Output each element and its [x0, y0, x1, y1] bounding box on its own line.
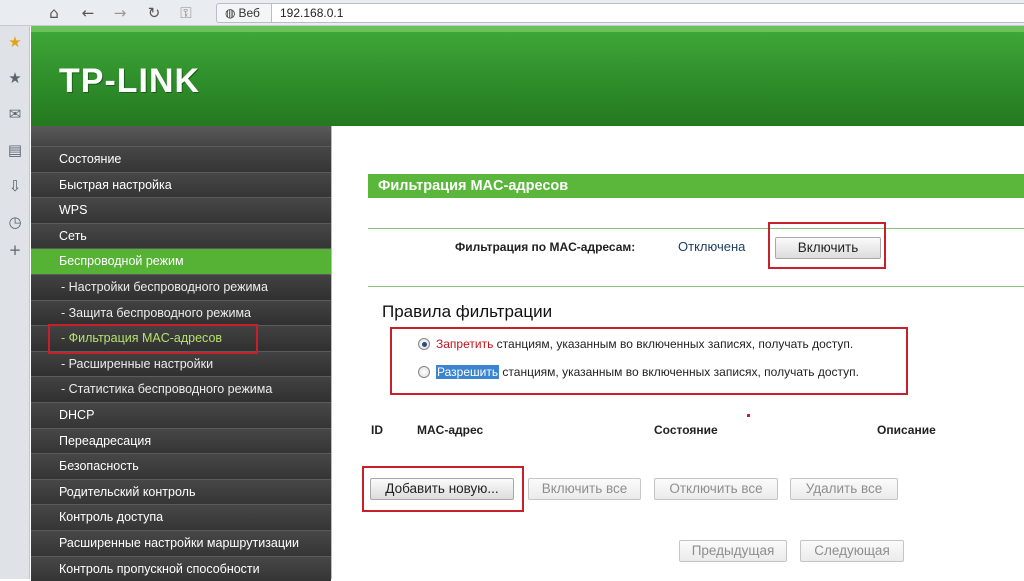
address-bar[interactable]: 192.168.0.1 — [272, 3, 1024, 23]
menu-top-bar — [31, 126, 331, 146]
section-title: Фильтрация MAC-адресов — [368, 174, 1024, 198]
menu-item-advanced-routing[interactable]: Расширенные настройки маршрутизации — [31, 530, 331, 556]
menu-item-dhcp[interactable]: DHCP — [31, 402, 331, 428]
highlight-rules — [390, 327, 908, 395]
download-icon[interactable]: ⇩ — [5, 176, 25, 196]
menu-item-status[interactable]: Состояние — [31, 146, 331, 172]
menu-item-wireless[interactable]: Беспроводной режим — [31, 248, 331, 274]
menu-item-forwarding[interactable]: Переадресация — [31, 428, 331, 454]
column-status: Состояние — [654, 423, 718, 437]
key-icon[interactable]: ⚿ — [176, 3, 196, 23]
back-icon[interactable]: ← — [78, 3, 98, 23]
enable-all-button[interactable]: Включить все — [528, 478, 641, 500]
menu-item-wps[interactable]: WPS — [31, 197, 331, 223]
site-info-label: Веб — [238, 6, 259, 20]
highlight-enable-button — [768, 222, 886, 269]
plus-icon[interactable]: + — [5, 240, 25, 260]
reload-icon[interactable]: ↻ — [144, 3, 164, 23]
filter-status: Отключена — [678, 239, 745, 254]
menu-item-wireless-statistics[interactable]: - Статистика беспроводного режима — [31, 376, 331, 402]
note-icon[interactable]: ▤ — [5, 140, 25, 160]
globe-icon: ◍ — [225, 6, 235, 20]
menu-item-bandwidth-control[interactable]: Контроль пропускной способности — [31, 556, 331, 581]
menu-item-wireless-advanced[interactable]: - Расширенные настройки — [31, 351, 331, 377]
highlight-add-new-button — [362, 466, 524, 512]
red-dot-mark — [747, 414, 750, 417]
divider — [368, 286, 1024, 287]
menu-item-parental-control[interactable]: Родительский контроль — [31, 479, 331, 505]
previous-page-button[interactable]: Предыдущая — [679, 540, 787, 562]
clock-icon[interactable]: ◷ — [5, 212, 25, 232]
forward-icon[interactable]: → — [110, 3, 130, 23]
column-id: ID — [371, 423, 383, 437]
star-icon[interactable]: ★ — [5, 68, 25, 88]
mail-icon[interactable]: ✉ — [5, 104, 25, 124]
menu-item-network[interactable]: Сеть — [31, 223, 331, 249]
tp-link-logo: TP-LINK — [59, 62, 200, 101]
filter-label: Фильтрация по MAC-адресам: — [455, 240, 635, 254]
column-description: Описание — [877, 423, 936, 437]
home-icon[interactable]: ⌂ — [44, 3, 64, 23]
star-filled-icon[interactable]: ★ — [5, 32, 25, 52]
content-area: Фильтрация MAC-адресов Фильтрация по MAC… — [331, 126, 1024, 579]
column-mac-address: MAC-адрес — [417, 423, 483, 437]
rules-title: Правила фильтрации — [382, 302, 552, 322]
menu-item-wireless-security[interactable]: - Защита беспроводного режима — [31, 300, 331, 326]
site-info-button[interactable]: ◍Веб — [216, 3, 272, 23]
router-header: TP-LINK — [31, 26, 1024, 126]
menu-item-access-control[interactable]: Контроль доступа — [31, 504, 331, 530]
menu-item-quick-setup[interactable]: Быстрая настройка — [31, 172, 331, 198]
delete-all-button[interactable]: Удалить все — [790, 478, 898, 500]
highlight-mac-filtering-menu — [48, 324, 258, 354]
menu-item-security[interactable]: Безопасность — [31, 453, 331, 479]
next-page-button[interactable]: Следующая — [800, 540, 904, 562]
disable-all-button[interactable]: Отключить все — [654, 478, 778, 500]
browser-side-panel: ★ ★ ✉ ▤ ⇩ ◷ + — [0, 26, 30, 579]
browser-toolbar: ⌂ ← → ↻ ⚿ ◍Веб 192.168.0.1 — [0, 0, 1024, 26]
divider — [368, 228, 1024, 229]
menu-item-wireless-settings[interactable]: - Настройки беспроводного режима — [31, 274, 331, 300]
